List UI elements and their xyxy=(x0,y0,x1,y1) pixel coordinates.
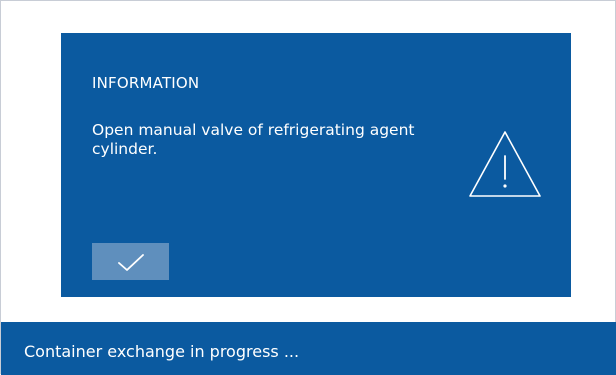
information-dialog: INFORMATION Open manual valve of refrige… xyxy=(61,33,571,297)
warning-triangle-icon xyxy=(469,131,541,197)
dialog-message: Open manual valve of refrigerating agent… xyxy=(92,121,415,158)
dialog-title: INFORMATION xyxy=(92,74,200,92)
checkmark-icon xyxy=(117,253,144,271)
confirm-button[interactable] xyxy=(92,243,169,280)
app-frame: INFORMATION Open manual valve of refrige… xyxy=(0,0,616,375)
status-bar: Container exchange in progress ... xyxy=(1,322,616,375)
status-text: Container exchange in progress ... xyxy=(24,342,300,361)
